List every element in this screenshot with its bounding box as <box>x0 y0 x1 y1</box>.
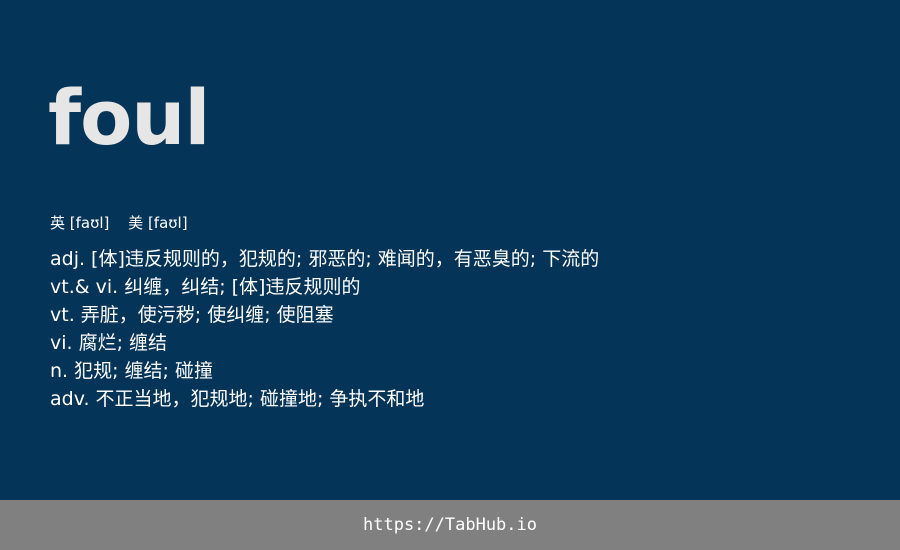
phonetic-us: 美 [faʊl] <box>128 214 188 232</box>
definition-vt: vt. 弄脏，使污秽; 使纠缠; 使阻塞 <box>50 304 334 326</box>
footer-url[interactable]: https://TabHub.io <box>363 515 537 535</box>
headword: foul <box>48 73 210 162</box>
footer-bar: https://TabHub.io <box>0 500 900 550</box>
word-card: foul 英 [faʊl] 美 [faʊl] adj. [体]违反规则的，犯规的… <box>0 0 900 500</box>
definition-adj: adj. [体]违反规则的，犯规的; 邪恶的; 难闻的，有恶臭的; 下流的 <box>50 248 600 270</box>
phonetics: 英 [faʊl] 美 [faʊl] <box>50 212 188 234</box>
definition-vi: vi. 腐烂; 缠结 <box>50 332 168 354</box>
definition-list: adj. [体]违反规则的，犯规的; 邪恶的; 难闻的，有恶臭的; 下流的 vt… <box>50 245 599 413</box>
definition-adv: adv. 不正当地，犯规地; 碰撞地; 争执不和地 <box>50 388 425 410</box>
definition-vt-vi: vt.& vi. 纠缠，纠结; [体]违反规则的 <box>50 276 361 298</box>
definition-n: n. 犯规; 缠结; 碰撞 <box>50 360 214 382</box>
phonetic-uk: 英 [faʊl] <box>50 214 110 232</box>
